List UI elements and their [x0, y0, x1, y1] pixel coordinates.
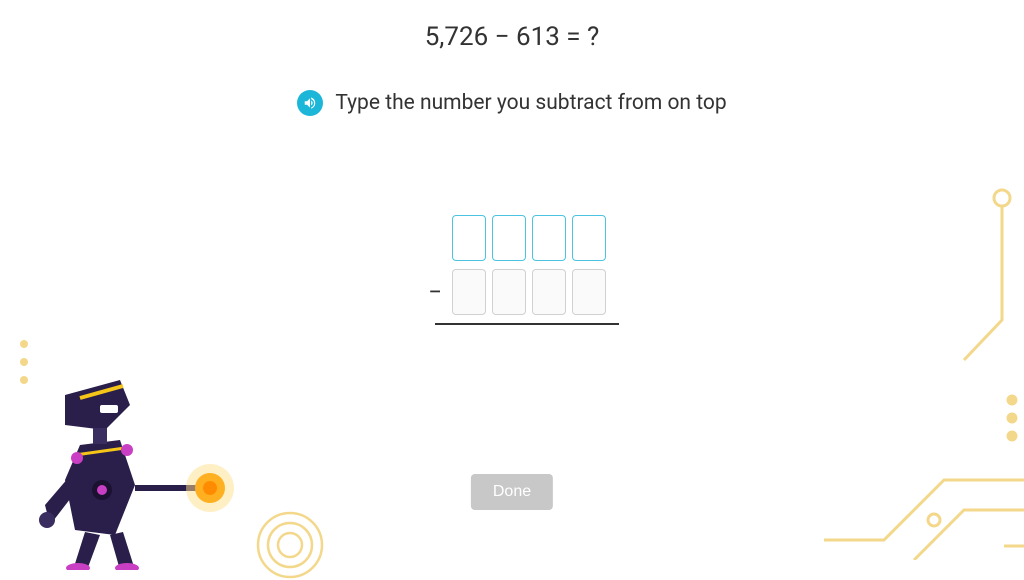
equals-line [435, 323, 619, 325]
minuend-digit-2[interactable] [492, 215, 526, 261]
subtrahend-digit-3[interactable] [532, 269, 566, 315]
subtrahend-digit-4[interactable] [572, 269, 606, 315]
decoration-circuit [604, 180, 1024, 560]
question-text: 5,726 − 613 = ? [0, 0, 1024, 52]
minuend-digit-4[interactable] [572, 215, 606, 261]
minus-sign: − [418, 278, 442, 306]
subtrahend-digit-1[interactable] [452, 269, 486, 315]
decoration-robot [5, 350, 265, 570]
done-button[interactable]: Done [471, 474, 553, 510]
subtrahend-row: − [405, 269, 619, 315]
audio-icon[interactable] [297, 90, 323, 116]
instruction-row: Type the number you subtract from on top [0, 90, 1024, 116]
minuend-row [405, 215, 619, 261]
decoration-dots [20, 340, 28, 394]
minuend-digit-1[interactable] [452, 215, 486, 261]
decoration-swirl [255, 510, 325, 580]
subtrahend-digit-2[interactable] [492, 269, 526, 315]
instruction-text: Type the number you subtract from on top [335, 91, 726, 115]
minuend-digit-3[interactable] [532, 215, 566, 261]
subtraction-work-area: − [405, 215, 619, 325]
